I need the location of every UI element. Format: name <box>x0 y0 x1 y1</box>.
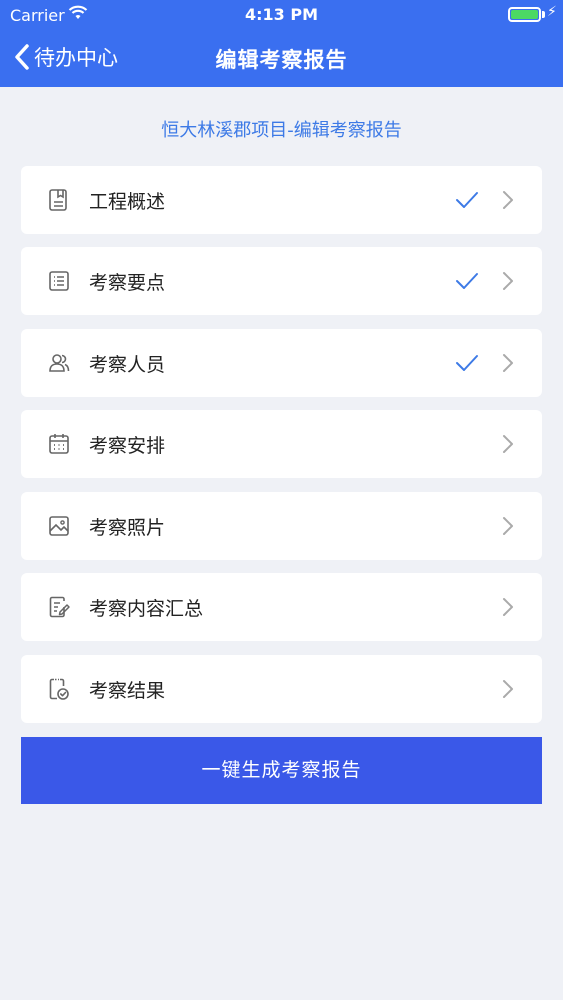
people-icon <box>49 354 70 372</box>
section-item-photos[interactable]: 考察照片 <box>21 492 542 560</box>
page-title: 编辑考察报告 <box>215 48 348 72</box>
clipboard-check-icon <box>49 678 69 700</box>
section-item-overview[interactable]: 工程概述 <box>21 166 542 234</box>
section-item-results[interactable]: 考察结果 <box>21 655 542 723</box>
section-item-schedule[interactable]: 考察安排 <box>21 410 542 478</box>
chevron-right-icon <box>503 354 513 372</box>
navigation-bar: Carrier 4:13 PM ⚡ 待办中心 编辑考察报告 <box>0 0 563 87</box>
list-icon <box>49 271 69 291</box>
battery-tip <box>542 11 545 18</box>
section-label: 考察内容汇总 <box>89 598 204 620</box>
section-item-key-points[interactable]: 考察要点 <box>21 247 542 315</box>
status-bar: Carrier 4:13 PM ⚡ <box>0 0 563 30</box>
edit-note-icon <box>49 596 70 618</box>
check-icon <box>456 192 478 208</box>
section-item-personnel[interactable]: 考察人员 <box>21 329 542 397</box>
image-icon <box>49 516 69 536</box>
chevron-right-icon <box>503 517 513 535</box>
section-label: 考察安排 <box>89 435 166 457</box>
chevron-right-icon <box>503 598 513 616</box>
section-label: 考察照片 <box>89 517 166 539</box>
check-icon <box>456 273 478 289</box>
status-time: 4:13 PM <box>244 5 318 24</box>
charging-icon: ⚡ <box>547 4 557 20</box>
section-label: 考察要点 <box>89 272 166 294</box>
chevron-right-icon <box>503 191 513 209</box>
section-label: 考察人员 <box>89 354 166 376</box>
chevron-right-icon <box>503 435 513 453</box>
section-label: 工程概述 <box>89 191 166 213</box>
section-item-content-summary[interactable]: 考察内容汇总 <box>21 573 542 641</box>
document-icon <box>49 189 67 211</box>
generate-report-button[interactable]: 一键生成考察报告 <box>21 737 542 804</box>
section-label: 考察结果 <box>89 680 166 702</box>
check-icon <box>456 355 478 371</box>
project-subtitle: 恒大林溪郡项目-编辑考察报告 <box>161 120 402 141</box>
chevron-right-icon <box>503 272 513 290</box>
chevron-right-icon <box>503 680 513 698</box>
calendar-icon <box>49 434 69 454</box>
battery-icon <box>508 7 541 22</box>
